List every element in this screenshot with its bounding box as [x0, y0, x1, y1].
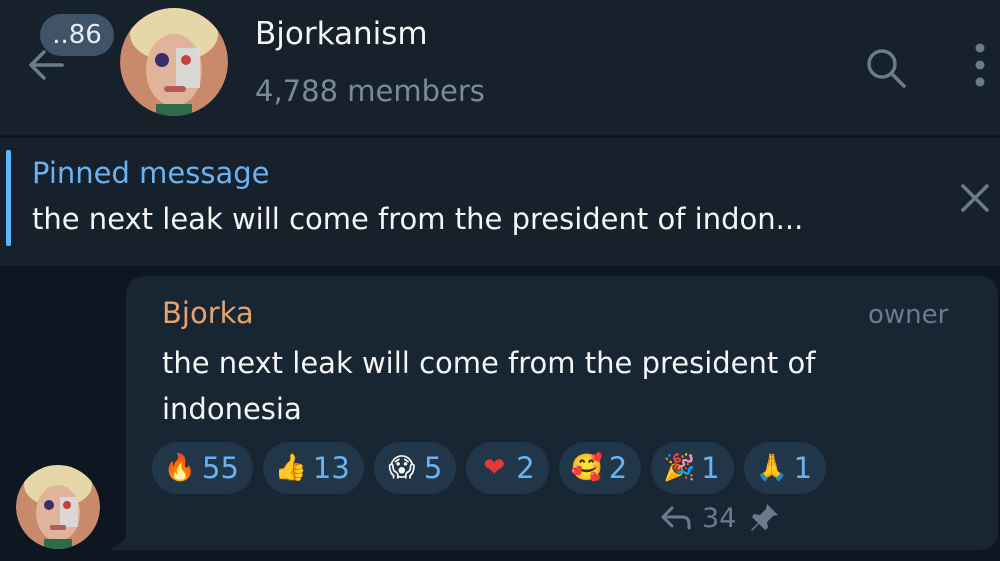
- thumbs-up-icon: 👍: [274, 453, 308, 483]
- reaction-count: 2: [608, 451, 628, 485]
- reply-arrow-icon: [661, 506, 691, 530]
- group-avatar[interactable]: [120, 8, 228, 116]
- pinned-message-bar[interactable]: Pinned message the next leak will come f…: [0, 138, 1000, 266]
- close-icon: [961, 184, 989, 212]
- unread-badge: ..86: [40, 14, 114, 56]
- reaction-fire[interactable]: 🔥 55: [152, 442, 253, 494]
- pinned-text: the next leak will come from the preside…: [32, 202, 804, 236]
- sender-role: owner: [868, 300, 949, 330]
- message-text: the next leak will come from the preside…: [162, 346, 816, 426]
- reaction-thumbs-up[interactable]: 👍 13: [262, 442, 364, 494]
- folded-hands-icon: 🙏: [755, 453, 788, 483]
- bubble-tail: [108, 530, 138, 550]
- fire-icon: 🔥: [163, 453, 197, 483]
- reaction-heart[interactable]: ❤ 2: [466, 442, 549, 494]
- heart-icon: ❤: [483, 453, 506, 483]
- search-button[interactable]: [862, 44, 910, 92]
- chat-title: Bjorkanism: [255, 16, 428, 52]
- sender-avatar[interactable]: [16, 465, 100, 549]
- reactions-row: 🔥 55 👍 13 😱 5 ❤ 2 🥰 2 🎉 1 🙏 1: [152, 442, 827, 494]
- reaction-smiling-hearts[interactable]: 🥰 2: [558, 442, 642, 494]
- member-count: 4,788 members: [255, 74, 485, 108]
- pinned-label: Pinned message: [32, 156, 270, 190]
- reaction-party[interactable]: 🎉 1: [651, 442, 734, 494]
- search-icon: [867, 49, 906, 88]
- reaction-count: 5: [423, 451, 443, 485]
- reaction-count: 2: [516, 451, 535, 485]
- more-options-button[interactable]: [965, 40, 995, 92]
- forward-count: 34: [702, 502, 737, 534]
- reaction-count: 55: [202, 451, 239, 485]
- reaction-pray[interactable]: 🙏 1: [743, 442, 827, 494]
- reaction-count: 1: [701, 451, 720, 485]
- reaction-scream[interactable]: 😱 5: [373, 442, 457, 494]
- pinned-accent-bar: [6, 150, 11, 246]
- more-vertical-icon: [975, 43, 985, 87]
- sender-name[interactable]: Bjorka: [162, 296, 254, 330]
- scream-face-icon: 😱: [388, 453, 416, 483]
- party-popper-icon: 🎉: [662, 453, 696, 483]
- message-footer: 34: [660, 500, 782, 536]
- reaction-count: 13: [312, 451, 350, 485]
- smiling-face-hearts-icon: 🥰: [570, 453, 603, 483]
- reaction-count: 1: [793, 451, 813, 485]
- pin-icon: [751, 504, 779, 531]
- close-pinned-button[interactable]: [953, 176, 997, 220]
